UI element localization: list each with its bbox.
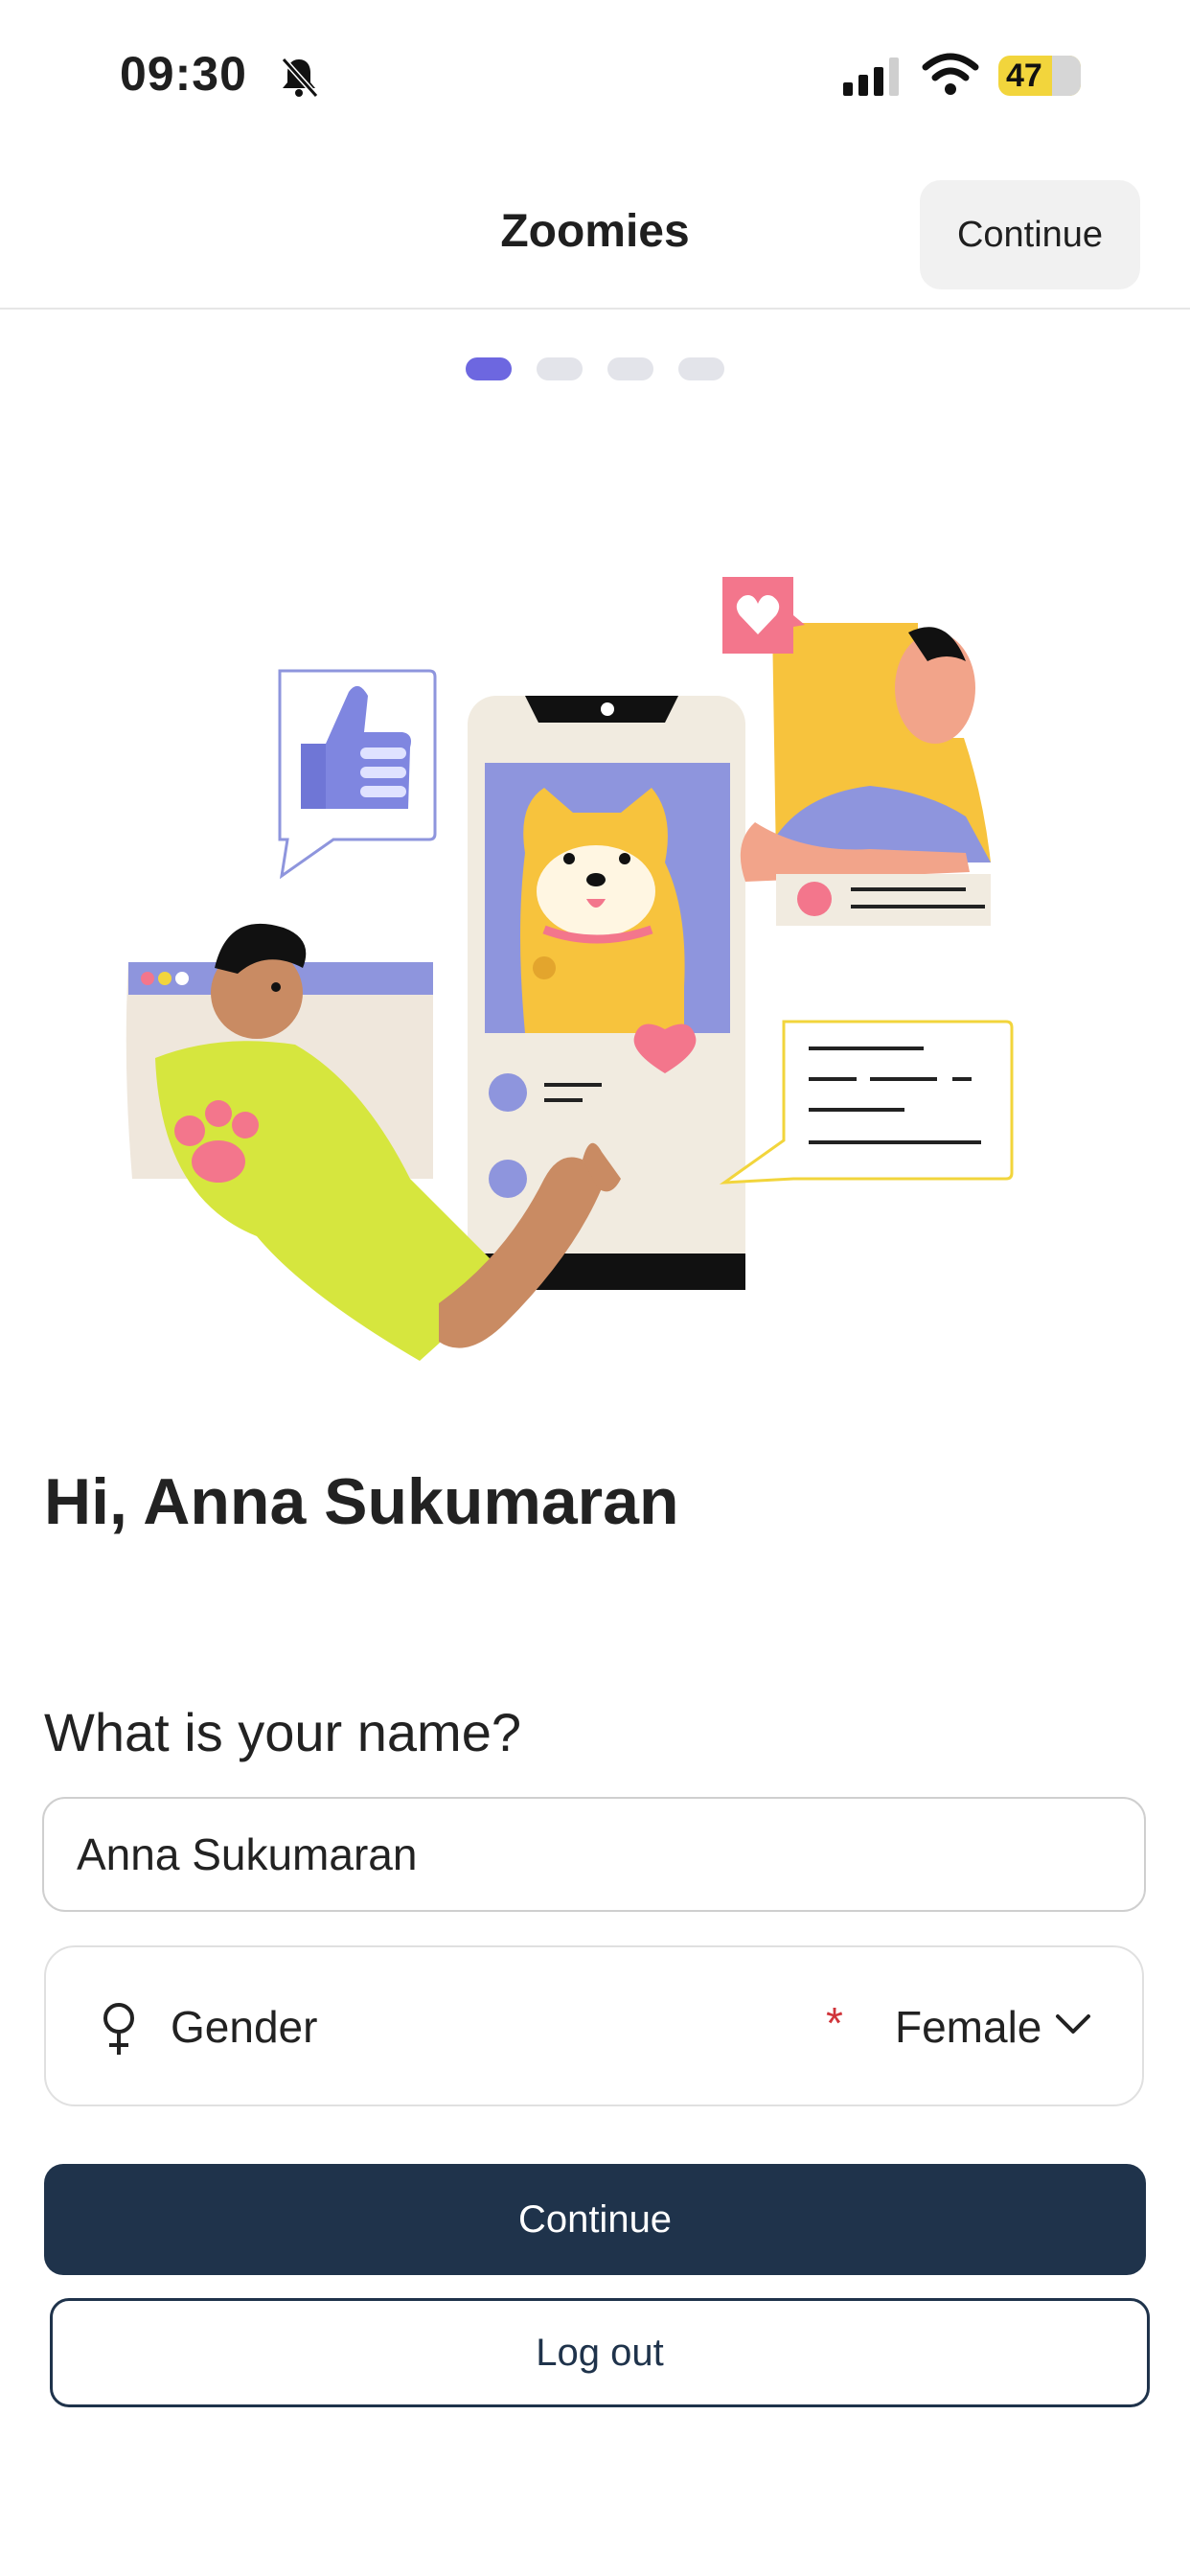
chat-bubble-icon bbox=[719, 1020, 1014, 1184]
header-continue-button[interactable]: Continue bbox=[920, 180, 1140, 289]
female-symbol-icon bbox=[103, 2003, 134, 2055]
progress-stepper bbox=[466, 357, 724, 380]
gender-label: Gender bbox=[171, 2002, 318, 2052]
step-indicator-4 bbox=[678, 357, 724, 380]
required-asterisk: * bbox=[826, 1998, 843, 2048]
social-pets-illustration bbox=[126, 577, 1014, 1361]
chevron-down-icon bbox=[1056, 2014, 1090, 2034]
step-indicator-3 bbox=[607, 357, 653, 380]
signal-icon bbox=[843, 58, 899, 96]
step-indicator-1 bbox=[466, 357, 512, 380]
wifi-icon bbox=[922, 53, 979, 95]
bell-muted-icon bbox=[281, 57, 319, 98]
greeting-heading: Hi, Anna Sukumaran bbox=[44, 1465, 679, 1538]
gender-select[interactable]: Gender * Female bbox=[44, 1945, 1144, 2106]
profile-card bbox=[722, 577, 991, 926]
thumbs-up-icon bbox=[278, 669, 437, 880]
status-time: 09:30 bbox=[120, 47, 247, 101]
battery-charging-icon: 47 bbox=[998, 56, 1081, 96]
continue-button[interactable]: Continue bbox=[44, 2164, 1146, 2275]
step-indicator-2 bbox=[537, 357, 583, 380]
logout-button[interactable]: Log out bbox=[50, 2298, 1150, 2407]
gender-value: Female bbox=[895, 2002, 1042, 2052]
battery-level: 47 bbox=[1006, 58, 1042, 94]
name-input[interactable] bbox=[42, 1797, 1146, 1912]
phone-mockup bbox=[468, 696, 745, 1290]
name-question-label: What is your name? bbox=[44, 1702, 521, 1762]
header-divider bbox=[0, 308, 1190, 310]
